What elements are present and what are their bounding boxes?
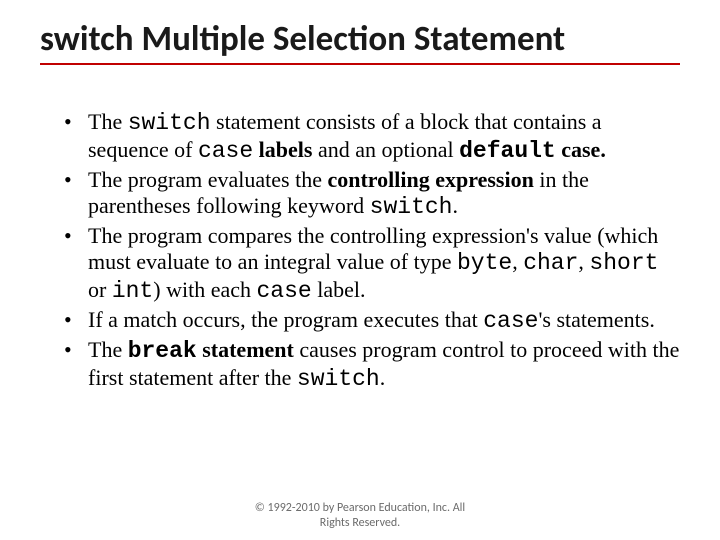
bold-text: statement <box>197 337 294 362</box>
footer-line-1: © 1992-2010 by Pearson Education, Inc. A… <box>255 501 465 515</box>
keyword-break: break <box>128 338 197 364</box>
bullet-3: The program compares the controlling exp… <box>60 223 680 305</box>
text: . <box>380 365 386 390</box>
keyword-case: case <box>256 278 311 304</box>
keyword-int: int <box>112 278 153 304</box>
text: The program evaluates the <box>88 167 327 192</box>
keyword-case: case <box>483 308 538 334</box>
page-title: switch Multiple Selection Statement <box>40 20 680 59</box>
text: If a match occurs, the program executes … <box>88 307 483 332</box>
keyword-switch: switch <box>128 110 211 136</box>
bullet-2: The program evaluates the controlling ex… <box>60 167 680 221</box>
bold-text: controlling expression <box>327 167 533 192</box>
text: . <box>452 193 458 218</box>
keyword-case: case <box>198 138 253 164</box>
bullet-list: The switch statement consists of a block… <box>40 109 680 394</box>
bullet-5: The break statement causes program contr… <box>60 337 680 393</box>
keyword-char: char <box>523 250 578 276</box>
text: ) with each <box>153 277 256 302</box>
keyword-switch: switch <box>370 194 453 220</box>
text: or <box>88 277 112 302</box>
text: The <box>88 109 128 134</box>
title-underline <box>40 63 680 65</box>
footer-line-2: Rights Reserved. <box>320 516 400 530</box>
text: label. <box>312 277 366 302</box>
slide: switch Multiple Selection Statement The … <box>0 0 720 540</box>
text: The <box>88 337 128 362</box>
bullet-4: If a match occurs, the program executes … <box>60 307 680 335</box>
bold-text: case. <box>556 137 606 162</box>
keyword-short: short <box>589 250 658 276</box>
copyright-footer: © 1992-2010 by Pearson Education, Inc. A… <box>0 501 720 530</box>
keyword-switch: switch <box>297 366 380 392</box>
keyword-default: default <box>459 138 556 164</box>
bullet-1: The switch statement consists of a block… <box>60 109 680 165</box>
text: , <box>512 249 523 274</box>
keyword-byte: byte <box>457 250 512 276</box>
bold-text: labels <box>253 137 312 162</box>
text: , <box>578 249 589 274</box>
text: and an optional <box>312 137 459 162</box>
text: 's statements. <box>538 307 654 332</box>
